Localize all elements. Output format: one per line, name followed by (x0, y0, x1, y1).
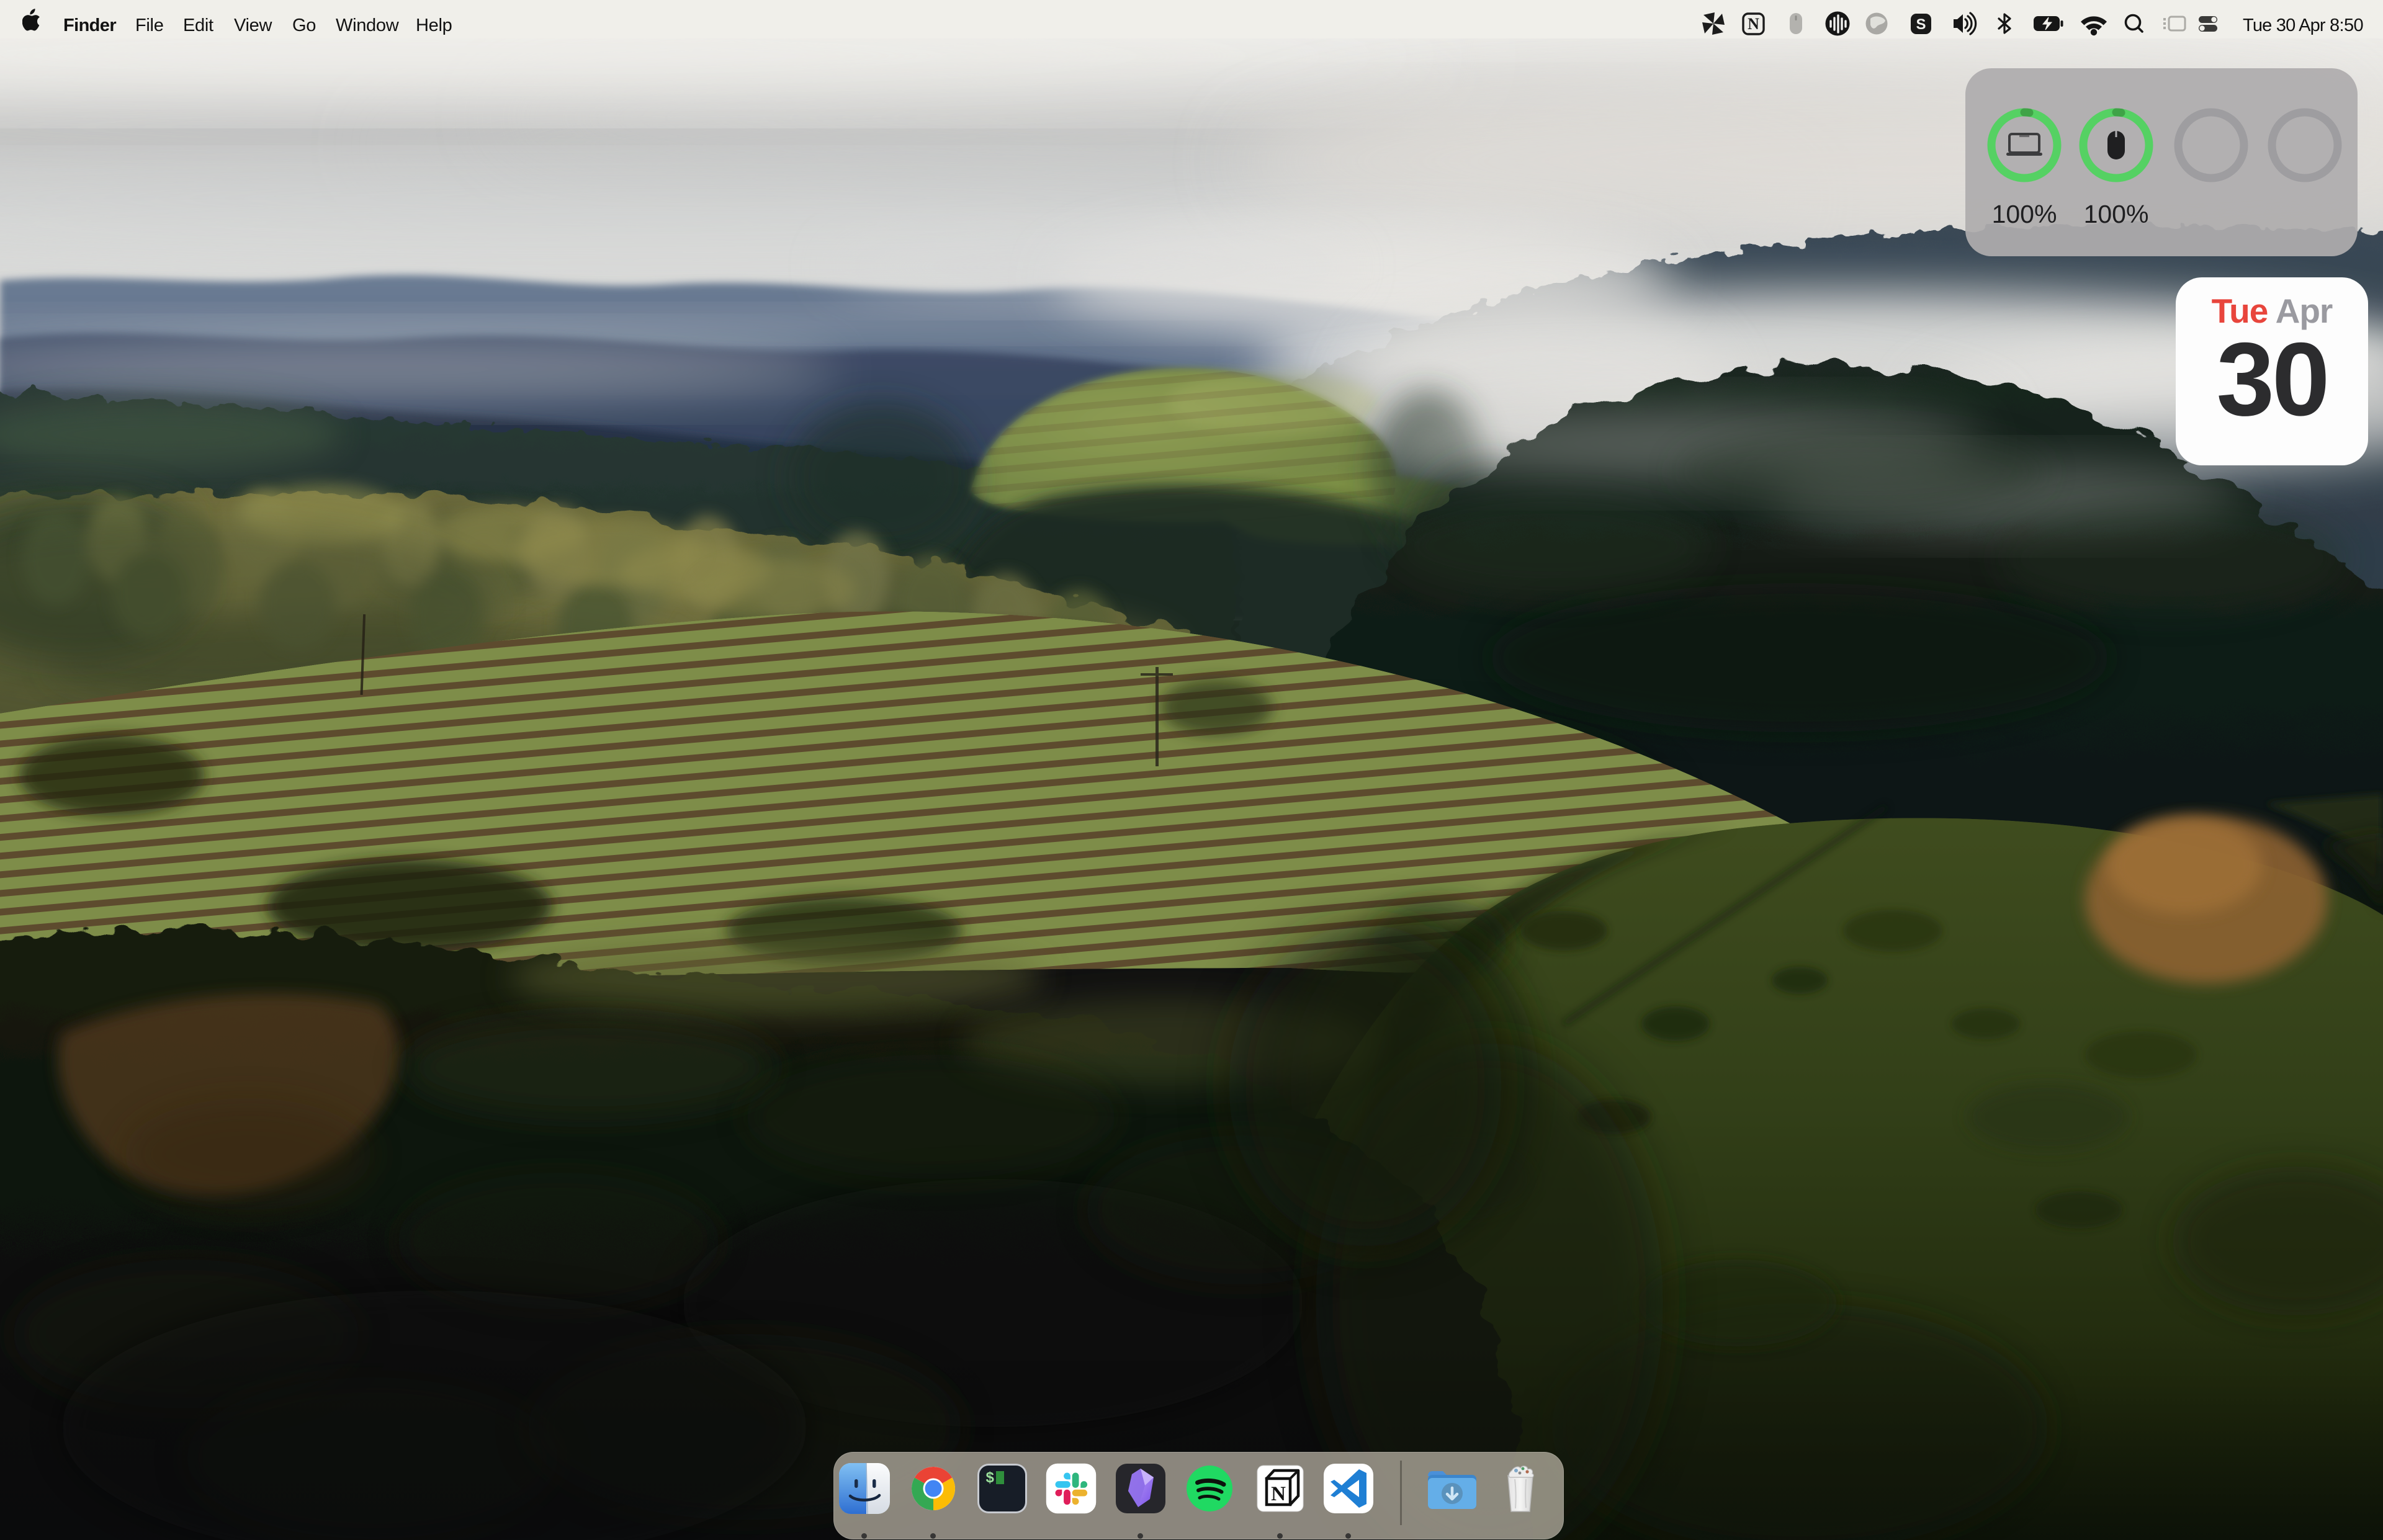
svg-text:S: S (1916, 16, 1926, 33)
svg-text:$: $ (985, 1471, 994, 1487)
svg-text:N: N (1271, 1483, 1286, 1505)
svg-text:N: N (1748, 15, 1759, 33)
